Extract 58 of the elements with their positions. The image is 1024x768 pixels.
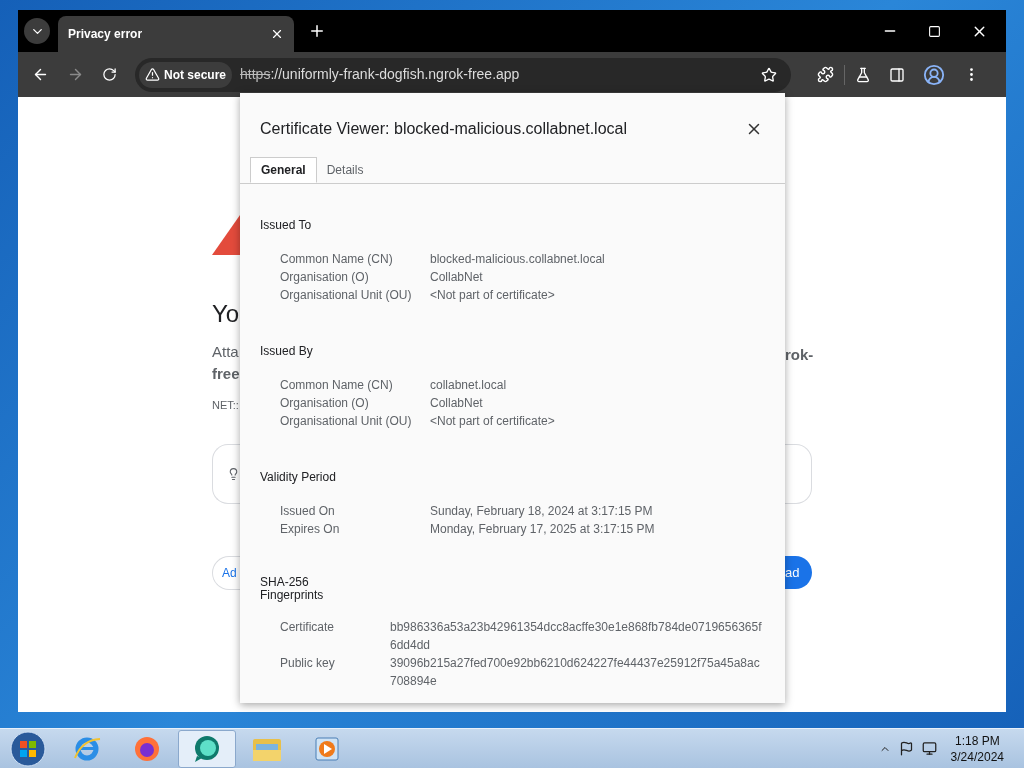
field-label: Expires On	[280, 521, 341, 538]
address-bar[interactable]: Not secure https://uniformly-frank-dogfish.ngrok-free.app	[135, 57, 791, 92]
reload-icon[interactable]	[102, 67, 117, 82]
field-value: bb986336a53a23b42961354dcc8acffe30e1e868fb784de0719656365f6dd4dd	[390, 619, 763, 654]
side-panel-icon[interactable]	[889, 66, 905, 83]
field-value: blocked-malicious.collabnet.local	[430, 251, 605, 268]
tab-search-button[interactable]	[24, 18, 50, 44]
body-text: free	[212, 364, 240, 384]
browser-tab[interactable]: Privacy error	[58, 16, 294, 52]
field-label: Organisational Unit (OU)	[280, 287, 413, 304]
flag-icon[interactable]	[898, 741, 914, 756]
field-value: <Not part of certificate>	[430, 413, 555, 430]
field-value: 39096b215a27fed700e92bb6210d624227fe44437e25912f75a45a8ac708894e	[390, 655, 761, 690]
field-label: Organisation (O)	[280, 269, 370, 286]
field-label: Issued On	[280, 503, 336, 520]
back-icon[interactable]	[32, 66, 49, 83]
field-label: Organisational Unit (OU)	[280, 413, 413, 430]
warning-triangle-icon	[212, 215, 240, 255]
new-tab-icon[interactable]	[308, 22, 326, 40]
clock[interactable]: 1:18 PM 3/24/2024	[950, 732, 1004, 765]
profile-icon[interactable]	[923, 63, 945, 86]
security-chip[interactable]: Not secure	[139, 61, 233, 88]
field-value: <Not part of certificate>	[430, 287, 555, 304]
field-label: Public key	[280, 655, 336, 672]
field-label: Common Name (CN)	[280, 377, 394, 394]
section-heading: Issued By	[260, 343, 314, 360]
heading-text: Yo	[212, 299, 240, 329]
bookmark-star-icon[interactable]	[761, 66, 777, 83]
network-icon[interactable]	[921, 741, 937, 756]
field-value: Monday, February 17, 2025 at 3:17:15 PM	[430, 521, 655, 538]
extensions-icon[interactable]	[817, 66, 834, 83]
field-value: collabnet.local	[430, 377, 507, 394]
forward-icon[interactable]	[67, 66, 84, 83]
info-card	[785, 444, 812, 504]
dialog-title: Certificate Viewer: blocked-malicious.collabnet.local	[260, 119, 628, 139]
section-heading: SHA-256 Fingerprints	[260, 576, 325, 602]
error-code-text: NET::	[212, 398, 239, 413]
section-heading: Issued To	[260, 217, 313, 234]
body-text: Atta	[212, 342, 239, 362]
maximize-icon[interactable]	[928, 24, 941, 38]
dialog-tab[interactable]: General	[250, 157, 317, 183]
close-icon[interactable]	[270, 27, 284, 41]
dialog-tab[interactable]: Details	[316, 157, 374, 183]
lightbulb-icon	[227, 466, 240, 481]
field-label: Certificate	[280, 619, 336, 636]
start-button-icon[interactable]	[8, 729, 48, 768]
back-to-safety-button[interactable]: ad	[785, 556, 812, 589]
field-label: Organisation (O)	[280, 395, 370, 412]
section-heading: Validity Period	[260, 469, 337, 486]
flask-icon[interactable]	[855, 66, 871, 83]
taskbar-button[interactable]	[178, 729, 236, 768]
field-label: Common Name (CN)	[280, 251, 394, 268]
warning-icon	[145, 67, 160, 82]
field-value: Sunday, February 18, 2024 at 3:17:15 PM	[430, 503, 653, 520]
field-value: CollabNet	[430, 269, 483, 286]
field-value: CollabNet	[430, 395, 483, 412]
body-text: rok-	[785, 345, 814, 365]
url-text: https://uniformly-frank-dogfish.ngrok-free.app	[240, 65, 521, 84]
